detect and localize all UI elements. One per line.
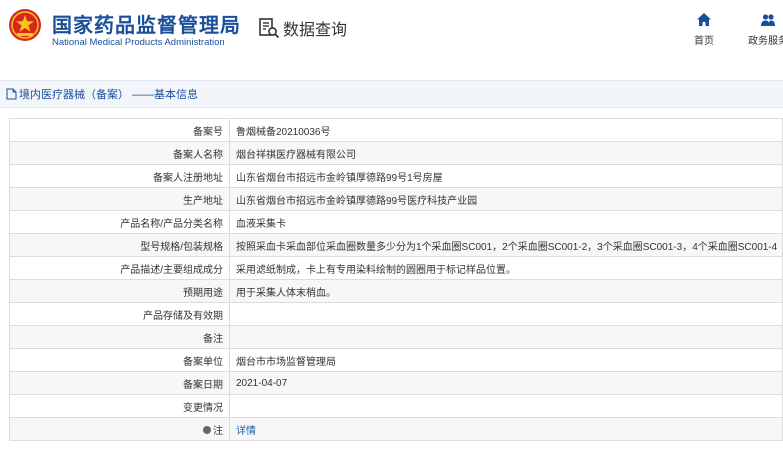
row-value: 山东省烟台市招远市金岭镇厚德路99号1号房屋: [229, 164, 783, 188]
row-label: 备案日期: [9, 371, 230, 395]
row-value: 烟台祥祺医疗器械有限公司: [229, 141, 783, 165]
row-value: 用于采集人体末梢血。: [229, 279, 783, 303]
table-row: 产品名称/产品分类名称 血液采集卡: [9, 210, 783, 234]
row-label: 备案人名称: [9, 141, 230, 165]
row-label: 注: [9, 417, 230, 441]
row-value: 烟台市市场监督管理局: [229, 348, 783, 372]
table-row: 备案日期 2021-04-07: [9, 371, 783, 395]
nav-gov-service[interactable]: 政务服务: [748, 12, 783, 47]
file-icon: [6, 88, 17, 100]
nmpa-emblem-icon: [9, 9, 41, 41]
breadcrumb: 境内医疗器械（备案） ——基本信息: [0, 80, 783, 108]
nav-home-label: 首页: [694, 36, 714, 47]
table-row: 备案单位 烟台市市场监督管理局: [9, 348, 783, 372]
table-row: 产品描述/主要组成成分 采用滤纸制成，卡上有专用染料绘制的圆圈用于标记样品位置。: [9, 256, 783, 280]
home-icon: [697, 13, 711, 26]
row-value: [229, 302, 783, 326]
row-label: 产品名称/产品分类名称: [9, 210, 230, 234]
table-row: 备案人注册地址 山东省烟台市招远市金岭镇厚德路99号1号房屋: [9, 164, 783, 188]
note-label: 注: [213, 425, 223, 437]
row-value: 2021-04-07: [229, 371, 783, 395]
details-link[interactable]: 详情: [236, 426, 256, 437]
row-label: 生产地址: [9, 187, 230, 211]
detail-table: 备案号 鲁烟械备20210036号 备案人名称 烟台祥祺医疗器械有限公司 备案人注册…: [9, 118, 783, 441]
breadcrumb-text: 境内医疗器械（备案） ——基本信息: [19, 89, 199, 101]
page-title: 数据查询: [283, 22, 348, 39]
row-label: 产品描述/主要组成成分: [9, 256, 230, 280]
nav-home[interactable]: 首页: [694, 12, 714, 47]
row-label: 变更情况: [9, 394, 230, 418]
note-icon: [203, 425, 211, 434]
row-value: 采用滤纸制成，卡上有专用染料绘制的圆圈用于标记样品位置。: [229, 256, 783, 280]
row-value: 山东省烟台市招远市金岭镇厚德路99号医疗科技产业园: [229, 187, 783, 211]
site-header: 国家药品监督管理局 National Medical Products Admi…: [0, 0, 783, 72]
table-row: 备案号 鲁烟械备20210036号: [9, 118, 783, 142]
row-value: [229, 394, 783, 418]
document-search-icon: [259, 18, 280, 39]
row-label: 备注: [9, 325, 230, 349]
org-name-cn: 国家药品监督管理局: [52, 15, 241, 37]
row-label: 备案人注册地址: [9, 164, 230, 188]
row-value: [229, 325, 783, 349]
row-label: 备案单位: [9, 348, 230, 372]
row-value: 详情: [229, 417, 783, 441]
table-row: 产品存储及有效期: [9, 302, 783, 326]
row-value: 按照采血卡采血部位采血圈数量多少分为1个采血圈SC001，2个采血圈SC001-…: [229, 233, 783, 257]
row-label: 产品存储及有效期: [9, 302, 230, 326]
table-row: 变更情况: [9, 394, 783, 418]
org-name-en: National Medical Products Administration: [52, 37, 225, 48]
table-row-note: 注 详情: [9, 417, 783, 441]
users-icon: [761, 14, 775, 26]
page-title-block: 数据查询: [258, 16, 347, 40]
row-label: 型号规格/包装规格: [9, 233, 230, 257]
row-label: 预期用途: [9, 279, 230, 303]
table-row: 型号规格/包装规格 按照采血卡采血部位采血圈数量多少分为1个采血圈SC001，2个…: [9, 233, 783, 257]
table-row: 备注: [9, 325, 783, 349]
row-label: 备案号: [9, 118, 230, 142]
row-value: 鲁烟械备20210036号: [229, 118, 783, 142]
nav-gov-service-label: 政务服务: [748, 36, 783, 47]
row-value: 血液采集卡: [229, 210, 783, 234]
table-row: 备案人名称 烟台祥祺医疗器械有限公司: [9, 141, 783, 165]
table-row: 预期用途 用于采集人体末梢血。: [9, 279, 783, 303]
table-row: 生产地址 山东省烟台市招远市金岭镇厚德路99号医疗科技产业园: [9, 187, 783, 211]
